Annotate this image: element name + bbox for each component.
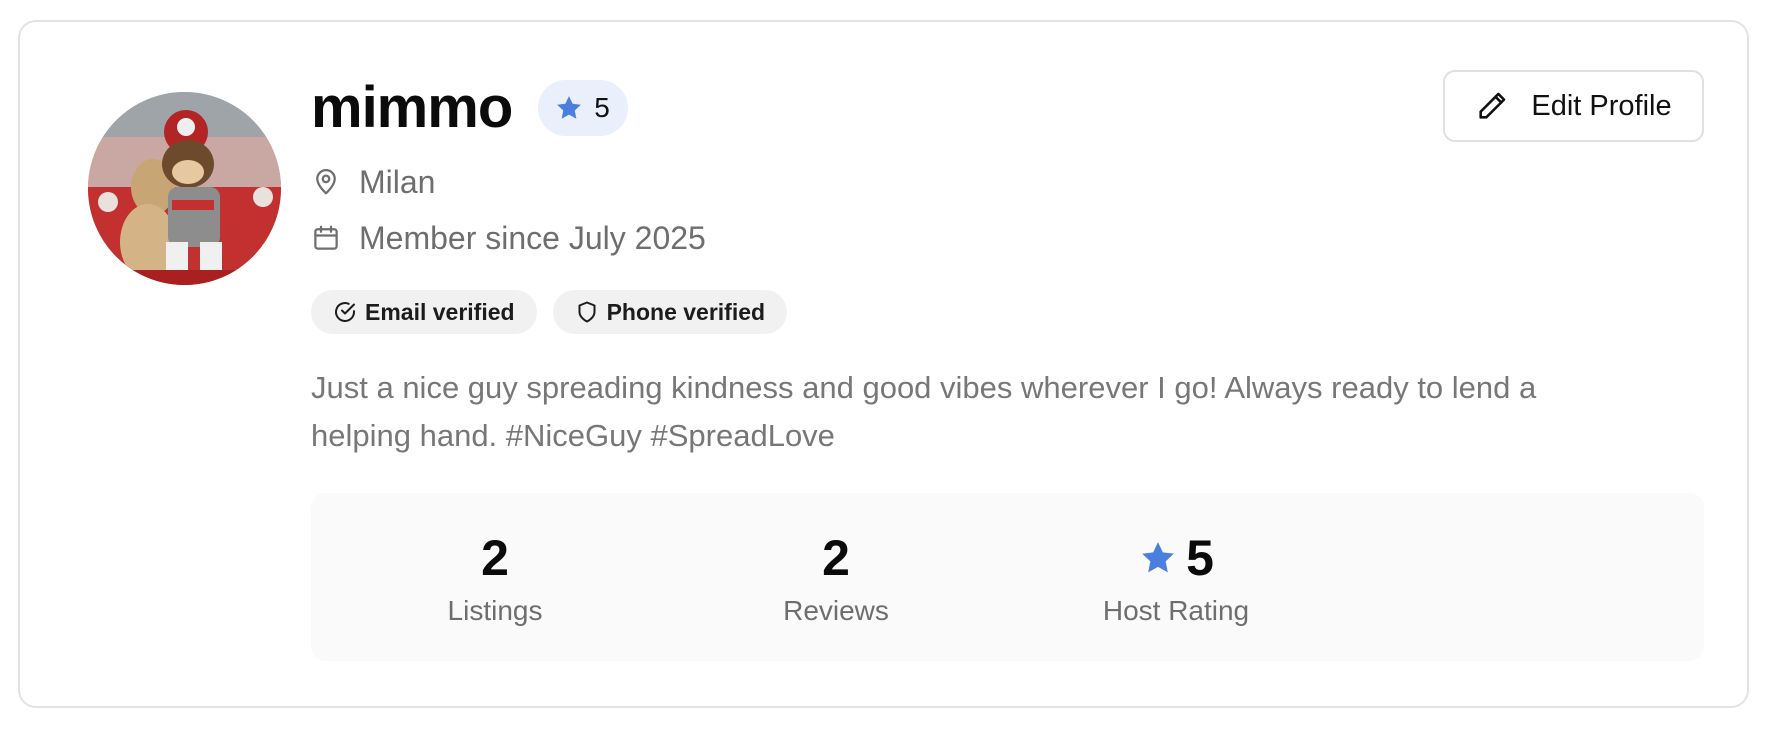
pencil-icon [1479,92,1506,119]
email-verified-badge: Email verified [311,290,537,334]
stat-reviews: 2 Reviews [686,529,986,627]
listings-count: 2 [481,530,509,586]
phone-verified-label: Phone verified [606,298,766,325]
host-rating-value: 5 [1186,530,1214,586]
member-since-text: Member since July 2025 [359,219,706,256]
reviews-count: 2 [822,530,850,586]
host-rating-label: Host Rating [1102,595,1250,626]
rating-badge: 5 [538,80,628,136]
edit-profile-button[interactable]: Edit Profile [1443,70,1704,142]
shield-icon [578,301,596,323]
email-verified-label: Email verified [365,298,515,325]
map-pin-icon [316,169,336,195]
username: mimmo [311,75,513,140]
avatar-photo [88,92,281,285]
host-rating-value-row: 5 [1026,529,1326,587]
stat-listings: 2 Listings [345,529,645,627]
star-icon [1142,542,1174,573]
star-icon [557,96,582,119]
profile-bio: Just a nice guy spreading kindness and g… [311,370,1537,453]
profile-card: mimmo 5 Milan Member since July 2025 Ema… [18,20,1749,708]
phone-verified-badge: Phone verified [552,290,788,334]
edit-profile-label: Edit Profile [1531,89,1672,122]
check-circle-icon [335,302,355,322]
calendar-icon [314,225,338,250]
stat-host-rating: 5 Host Rating [1026,529,1326,627]
rating-value: 5 [594,92,610,123]
listings-label: Listings [447,595,543,626]
location-text: Milan [359,163,436,200]
reviews-label: Reviews [783,595,889,626]
stats-panel: 2 Listings 2 Reviews 5 Host Rating [311,493,1704,661]
location-row: Milan [311,154,1704,210]
member-since-row: Member since July 2025 [311,210,1704,266]
verification-badges: Email verified Phone verified [311,290,1704,334]
avatar[interactable] [88,92,281,285]
